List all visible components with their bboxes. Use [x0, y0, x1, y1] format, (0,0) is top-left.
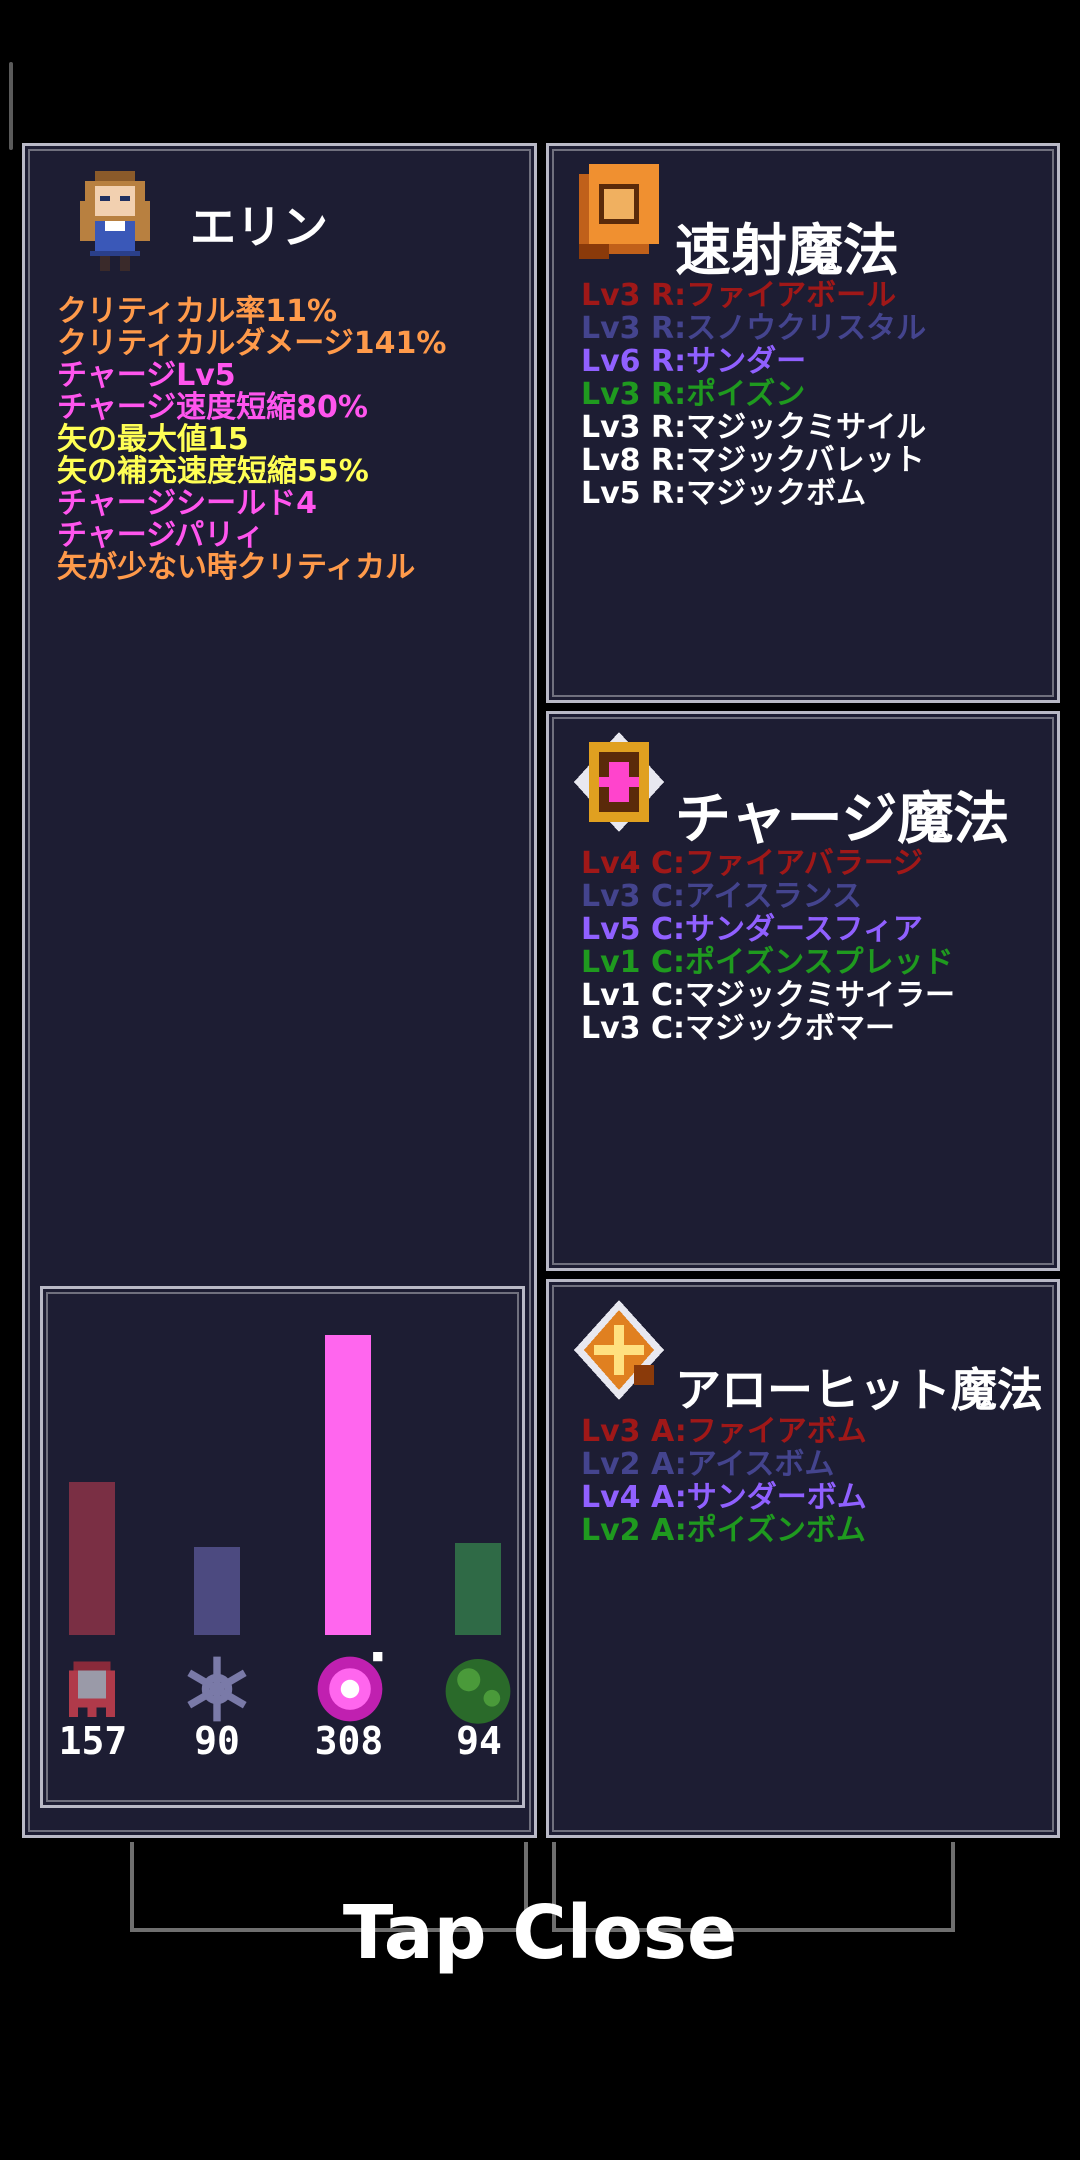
- thunder-level-value: 308: [314, 1719, 384, 1763]
- thunder-level-bar: [325, 1335, 371, 1635]
- charge-magic-item: Lv5 C:サンダースフィア: [581, 912, 923, 947]
- tap-close-button[interactable]: Tap Close: [0, 1890, 1080, 1976]
- stat-arrow-refill: 矢の補充速度短縮55%: [57, 454, 369, 489]
- poison-level-value: 94: [456, 1719, 502, 1763]
- rapid-scroll-icon: [579, 164, 659, 259]
- rapid-magic-panel: 速射魔法 Lv3 R:ファイアボール Lv3 R:スノウクリスタル Lv6 R:…: [546, 143, 1060, 703]
- arrowhit-magic-item: Lv2 A:ポイズンボム: [581, 1513, 866, 1548]
- element-levels-panel: 157 90 308 94: [40, 1286, 525, 1808]
- charge-magic-item: Lv1 C:マジックミサイラー: [581, 978, 956, 1013]
- arrowhit-magic-item: Lv4 A:サンダーボム: [581, 1480, 867, 1515]
- rapid-magic-item: Lv6 R:サンダー: [581, 344, 807, 379]
- charge-magic-item: Lv3 C:マジックボマー: [581, 1011, 896, 1046]
- stat-low-arrow-critical: 矢が少ない時クリティカル: [57, 550, 416, 585]
- character-stats-list: クリティカル率11% クリティカルダメージ141% チャージLv5 チャージ速度…: [57, 296, 446, 584]
- arrowhit-magic-list: Lv3 A:ファイアボム Lv2 A:アイスボム Lv4 A:サンダーボム Lv…: [581, 1415, 867, 1547]
- charge-tome-icon: [574, 732, 664, 832]
- arrowhit-emblem-icon: [574, 1300, 664, 1400]
- stat-critical-rate: クリティカル率11%: [57, 294, 338, 329]
- stat-charge-shield: チャージシールド4: [57, 486, 317, 521]
- rapid-magic-item: Lv8 R:マジックバレット: [581, 443, 925, 478]
- stat-critical-damage: クリティカルダメージ141%: [57, 326, 447, 361]
- fire-level-bar: [69, 1482, 115, 1635]
- fire-level-value: 157: [58, 1719, 128, 1763]
- arrowhit-magic-item: Lv2 A:アイスボム: [581, 1447, 835, 1482]
- stat-charge-level: チャージLv5: [57, 358, 236, 393]
- rapid-magic-item: Lv3 R:ファイアボール: [581, 278, 897, 313]
- charge-magic-title: チャージ魔法: [675, 787, 1010, 852]
- charge-magic-item: Lv3 C:アイスランス: [581, 879, 863, 914]
- rapid-magic-item: Lv3 R:スノウクリスタル: [581, 311, 927, 346]
- scrollbar-indicator: [9, 62, 13, 150]
- poison-blob-icon: [445, 1658, 511, 1724]
- arrowhit-magic-panel: アローヒット魔法 Lv3 A:ファイアボム Lv2 A:アイスボム Lv4 A:…: [546, 1279, 1060, 1838]
- rapid-magic-item: Lv5 R:マジックボム: [581, 476, 867, 511]
- rapid-magic-item: Lv3 R:マジックミサイル: [581, 410, 927, 445]
- character-name: エリン: [190, 200, 328, 254]
- charge-magic-panel: チャージ魔法 Lv4 C:ファイアバラージ Lv3 C:アイスランス Lv5 C…: [546, 711, 1060, 1271]
- character-panel: エリン クリティカル率11% クリティカルダメージ141% チャージLv5 チャ…: [22, 143, 537, 1838]
- charge-magic-item: Lv1 C:ポイズンスプレッド: [581, 945, 954, 980]
- stat-arrow-max: 矢の最大値15: [57, 422, 249, 457]
- rapid-magic-title: 速射魔法: [675, 219, 899, 284]
- ice-snowflake-icon: [187, 1656, 247, 1722]
- fire-ghost-icon: [68, 1661, 116, 1717]
- charge-magic-item: Lv4 C:ファイアバラージ: [581, 846, 924, 881]
- stat-charge-speed: チャージ速度短縮80%: [57, 390, 368, 425]
- ice-level-bar: [194, 1547, 240, 1635]
- charge-magic-list: Lv4 C:ファイアバラージ Lv3 C:アイスランス Lv5 C:サンダースフ…: [581, 847, 955, 1045]
- character-avatar: [80, 171, 150, 271]
- poison-level-bar: [455, 1543, 501, 1635]
- rapid-magic-list: Lv3 R:ファイアボール Lv3 R:スノウクリスタル Lv6 R:サンダー …: [581, 279, 926, 510]
- rapid-magic-item: Lv3 R:ポイズン: [581, 377, 806, 412]
- arrowhit-magic-item: Lv3 A:ファイアボム: [581, 1414, 867, 1449]
- arrowhit-magic-title: アローヒット魔法: [675, 1363, 1043, 1417]
- stat-charge-parry: チャージパリィ: [57, 518, 265, 553]
- ice-level-value: 90: [194, 1719, 240, 1763]
- thunder-orb-icon: [317, 1652, 383, 1722]
